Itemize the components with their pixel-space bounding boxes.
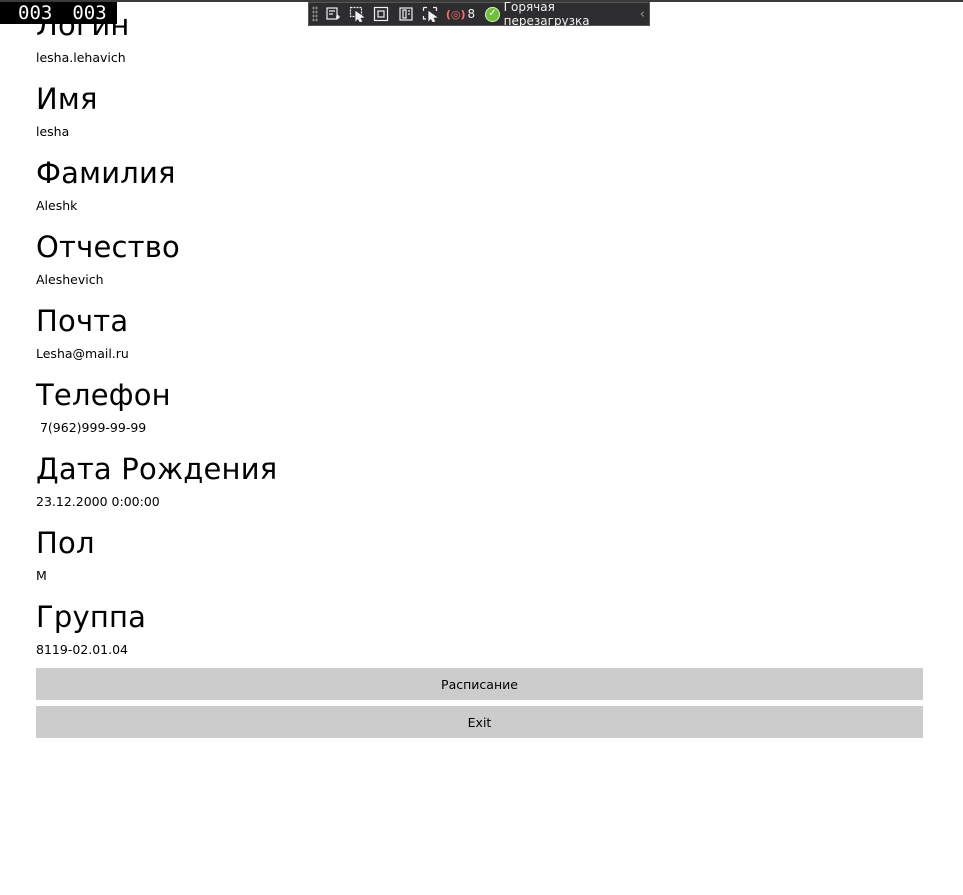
field-label-email: Почта	[36, 304, 129, 338]
field-value-last-name: Aleshk	[36, 198, 78, 213]
field-value-first-name: lesha	[36, 124, 70, 139]
field-birth-date: Дата Рождения 23.12.2000 0:00:00	[36, 452, 277, 510]
field-label-patronymic: Отчество	[36, 230, 180, 264]
field-email: Почта Lesha@mail.ru	[36, 304, 129, 362]
field-value-patronymic: Aleshevich	[36, 272, 104, 287]
field-label-phone: Телефон	[36, 378, 171, 412]
track-focus-icon[interactable]	[397, 5, 414, 23]
field-label-last-name: Фамилия	[36, 156, 176, 190]
field-value-gender: M	[36, 568, 47, 583]
binding-failures-indicator[interactable]: (◎) 8	[446, 7, 475, 21]
display-layout-adorners-icon[interactable]	[373, 5, 390, 23]
field-gender: Пол M	[36, 526, 95, 584]
field-group: Группа 8119-02.01.04	[36, 600, 146, 658]
field-value-group: 8119-02.01.04	[36, 642, 128, 657]
field-phone: Телефон 7(962)999-99-99	[36, 378, 171, 436]
field-value-birth-date: 23.12.2000 0:00:00	[36, 494, 160, 509]
field-last-name: Фамилия Aleshk	[36, 156, 176, 214]
hot-reload-label: Горячая перезагрузка	[503, 0, 590, 28]
field-first-name: Имя lesha	[36, 82, 98, 140]
field-patronymic: Отчество Aleshevich	[36, 230, 180, 288]
hot-reload-status-icon: ✓	[485, 6, 500, 22]
preview-selection-icon[interactable]	[421, 5, 438, 23]
hot-reload-button[interactable]: ✓ Горячая перезагрузка	[485, 0, 640, 28]
frame-rate-counter: 003 003	[0, 2, 117, 24]
field-value-phone: 7(962)999-99-99	[36, 420, 147, 435]
frame-counter-right: 003	[72, 2, 107, 24]
field-value-login: lesha.lehavich	[36, 50, 126, 65]
exit-button[interactable]: Exit	[36, 706, 923, 738]
binding-failures-count: 8	[467, 7, 476, 21]
live-visual-tree-icon[interactable]	[324, 5, 341, 23]
field-label-gender: Пол	[36, 526, 95, 560]
binding-failures-icon: (◎)	[445, 7, 466, 21]
frame-counter-left: 003	[18, 2, 53, 24]
schedule-button[interactable]: Расписание	[36, 668, 923, 700]
field-value-email: Lesha@mail.ru	[36, 346, 129, 361]
debug-toolbar: (◎) 8 ✓ Горячая перезагрузка ‹	[308, 0, 650, 28]
toolbar-grip-icon[interactable]	[312, 6, 318, 22]
field-label-birth-date: Дата Рождения	[36, 452, 278, 486]
select-element-icon[interactable]	[348, 5, 365, 23]
collapse-chevron-icon[interactable]: ‹	[640, 7, 645, 22]
field-label-first-name: Имя	[36, 82, 98, 116]
field-label-group: Группа	[36, 600, 147, 634]
